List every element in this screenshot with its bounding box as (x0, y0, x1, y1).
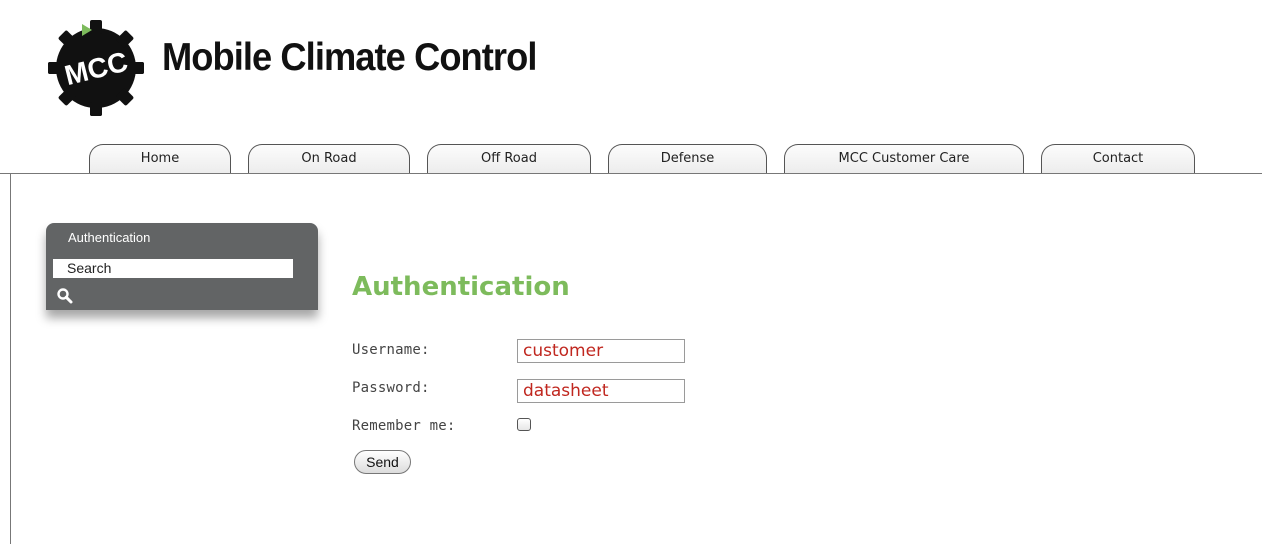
sidebar-title: Authentication (68, 230, 151, 245)
sidebar-panel: Authentication (46, 223, 318, 310)
username-field[interactable] (517, 339, 685, 363)
username-label: Username: (352, 342, 430, 358)
remember-me-label: Remember me: (352, 418, 456, 434)
tab-home[interactable]: Home (89, 144, 231, 174)
search-icon[interactable] (56, 287, 74, 305)
password-label: Password: (352, 380, 430, 396)
nav-divider (0, 173, 1262, 174)
tab-defense[interactable]: Defense (608, 144, 767, 174)
search-input[interactable] (53, 259, 293, 278)
gear-logo-icon: MCC (48, 20, 144, 116)
mcc-logo[interactable]: MCC (44, 16, 148, 116)
remember-me-checkbox[interactable] (517, 418, 531, 431)
password-field[interactable] (517, 379, 685, 403)
tab-customer-care[interactable]: MCC Customer Care (784, 144, 1024, 174)
brand-title: Mobile Climate Control (162, 36, 537, 79)
send-button[interactable]: Send (354, 450, 411, 474)
tab-contact[interactable]: Contact (1041, 144, 1195, 174)
page-title: Authentication (352, 272, 570, 302)
content-border (10, 174, 11, 544)
tab-on-road[interactable]: On Road (248, 144, 410, 174)
tab-off-road[interactable]: Off Road (427, 144, 591, 174)
main-nav: Home On Road Off Road Defense MCC Custom… (0, 144, 1262, 176)
